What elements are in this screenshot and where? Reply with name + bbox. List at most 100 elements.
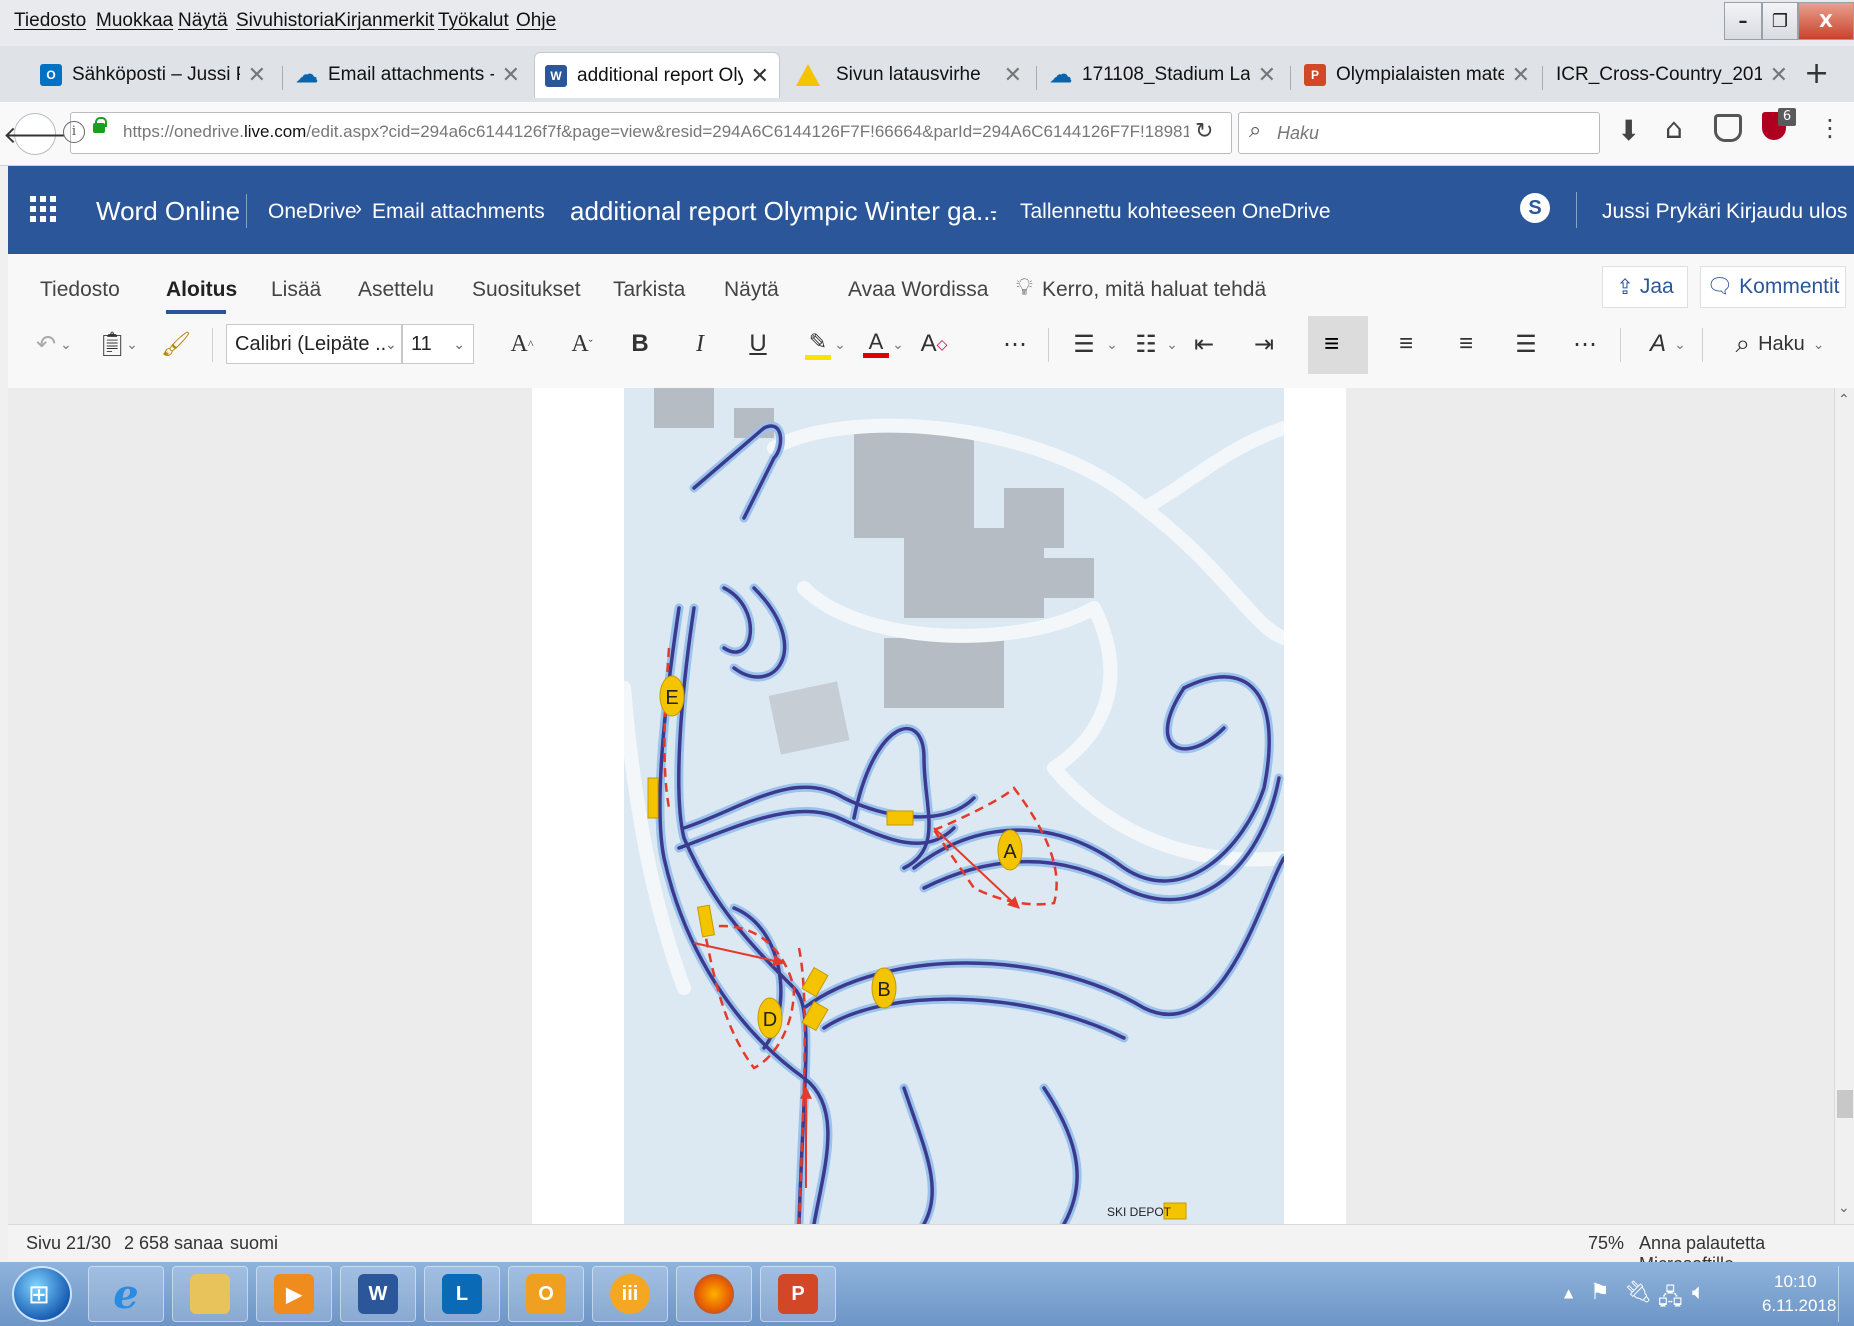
grow-font-icon[interactable]: A ^ [502,322,542,366]
power-icon[interactable]: 🔌︎ [1624,1280,1652,1305]
minimize-button[interactable]: – [1724,2,1762,40]
scrollbar-thumb[interactable] [1837,1090,1853,1118]
close-icon[interactable]: ✕ [1258,62,1276,88]
language[interactable]: suomi [230,1233,278,1254]
taskbar-media[interactable]: ▶ [256,1266,332,1322]
tab-icr-cross-country[interactable]: ICR_Cross-Country_2017_... ✕ [1546,52,1798,98]
chevron-down-icon[interactable]: ⌄ [124,322,140,366]
taskbar-outlook[interactable]: O [508,1266,584,1322]
tab-email[interactable]: O Sähköposti – Jussi Pry... ✕ [30,52,276,98]
taskbar-powerpoint[interactable]: P [760,1266,836,1322]
app-launcher-icon[interactable] [30,196,56,222]
new-tab-button[interactable]: + [1804,56,1829,91]
more-font-options-icon[interactable]: ⋯ [998,322,1032,366]
search-box[interactable]: ⌕ Haku [1238,112,1600,154]
bullets-icon[interactable]: ☰ [1064,322,1104,366]
tab-page-load-error[interactable]: Sivun latausvirhe ✕ [786,52,1032,98]
document-canvas[interactable]: A B D E SKI DEPOT [8,388,1842,1224]
tab-file[interactable]: Tiedosto [40,278,120,302]
home-icon[interactable]: ⌂ [1665,112,1683,145]
increase-indent-icon[interactable]: ⇥ [1244,322,1284,366]
scroll-down-icon[interactable]: ⌄ [1838,1200,1850,1216]
menu-bookmarks[interactable]: Kirjanmerkit [334,10,434,32]
chevron-down-icon[interactable]: ⌄ [890,322,906,366]
close-icon[interactable]: ✕ [1512,62,1530,88]
taskbar-word[interactable]: W [340,1266,416,1322]
clock-date[interactable]: 6.11.2018 [1762,1296,1836,1316]
info-icon[interactable]: i [63,121,85,143]
document-page[interactable]: A B D E SKI DEPOT [532,388,1346,1224]
tab-open-in-word[interactable]: Avaa Wordissa [848,278,988,302]
tab-olympic-materials[interactable]: P Olympialaisten mater... ✕ [1294,52,1540,98]
menu-history[interactable]: Sivuhistoria [236,10,334,32]
show-desktop-button[interactable] [1838,1266,1854,1322]
close-icon[interactable]: ✕ [502,62,520,88]
menu-tools[interactable]: Työkalut [438,10,509,32]
network-icon[interactable]: 🖧︎ [1658,1280,1683,1318]
menu-view[interactable]: Näytä [178,10,228,32]
menu-file[interactable]: Tiedosto [14,10,86,32]
restore-button[interactable]: ❐ [1762,2,1798,40]
clock-time[interactable]: 10:10 [1774,1272,1817,1292]
user-name[interactable]: Jussi Prykäri [1602,200,1721,224]
bold-icon[interactable]: B [620,322,660,366]
decrease-indent-icon[interactable]: ⇤ [1184,322,1224,366]
font-size-dropdown[interactable]: 11 ⌄ [402,324,474,364]
tab-view[interactable]: Näytä [724,278,779,302]
page-count[interactable]: Sivu 21/30 [26,1233,111,1254]
tab-stadium-layout[interactable]: ☁ 171108_Stadium Layo... ✕ [1040,52,1286,98]
comments-button[interactable]: 🗨︎ Kommentit [1700,266,1846,308]
back-button[interactable]: 🡐 [3,113,67,155]
align-right-icon[interactable]: ≡ [1446,322,1486,366]
tab-review[interactable]: Tarkista [613,278,685,302]
zoom-level[interactable]: 75% [1588,1233,1624,1254]
document-title[interactable]: additional report Olympic Winter ga... [570,196,998,227]
more-paragraph-options-icon[interactable]: ⋯ [1568,322,1602,366]
tell-me-box[interactable]: Kerro, mitä haluat tehdä [1042,278,1266,302]
reload-icon[interactable]: ↻ [1189,119,1214,144]
chevron-down-icon[interactable]: ⌄ [58,322,74,366]
breadcrumb-onedrive[interactable]: OneDrive [268,200,357,224]
share-button[interactable]: ⇪ Jaa [1602,266,1688,308]
close-window-button[interactable]: X [1798,2,1854,40]
url-bar[interactable]: i https://onedrive.live.com/edit.aspx?ci… [63,112,1232,154]
volume-icon[interactable]: 🔈︎ [1692,1280,1705,1305]
app-name[interactable]: Word Online [96,196,240,227]
chevron-down-icon[interactable]: ⌄ [1164,322,1180,366]
taskbar-explorer[interactable] [172,1266,248,1322]
show-hidden-icons[interactable]: ▲ [1564,1286,1573,1300]
chevron-down-icon[interactable]: ⌄ [832,322,848,366]
menu-edit[interactable]: Muokkaa [96,10,173,32]
clear-formatting-icon[interactable]: A ◇ [914,322,954,366]
breadcrumb-email-attachments[interactable]: Email attachments [372,200,545,224]
align-center-icon[interactable]: ≡ [1386,322,1426,366]
vertical-scrollbar[interactable]: ⌃ ⌄ [1834,388,1854,1224]
close-icon[interactable]: ✕ [248,62,266,88]
shrink-font-icon[interactable]: Aˇ [562,322,602,366]
taskbar-app[interactable]: iii [592,1266,668,1322]
numbering-icon[interactable]: ☷ [1126,322,1166,366]
overflow-menu-icon[interactable]: ⋮ [1818,114,1842,142]
chevron-down-icon[interactable]: ⌄ [1104,322,1120,366]
tab-references[interactable]: Suositukset [472,278,581,302]
sign-out-link[interactable]: Kirjaudu ulos [1726,200,1847,224]
underline-icon[interactable]: U [738,322,778,366]
pocket-icon[interactable] [1714,114,1742,142]
font-name-dropdown[interactable]: Calibri (Leipäte ... ⌄ [226,324,402,364]
find-button[interactable]: ⌕ Haku ⌄ [1720,322,1840,366]
taskbar-lync[interactable]: L [424,1266,500,1322]
tab-layout[interactable]: Asettelu [358,278,434,302]
start-button[interactable]: ⊞ [12,1266,72,1322]
skype-icon[interactable]: S [1520,193,1550,223]
download-icon[interactable]: ⬇ [1617,114,1640,147]
tab-insert[interactable]: Lisää [271,278,321,302]
italic-icon[interactable]: I [680,322,720,366]
tab-home[interactable]: Aloitus [166,278,237,302]
word-count[interactable]: 2 658 sanaa [124,1233,223,1254]
scroll-up-icon[interactable]: ⌃ [1838,392,1850,408]
tab-email-attachments[interactable]: ☁ Email attachments - ... ✕ [286,52,530,98]
menu-help[interactable]: Ohje [516,10,556,32]
format-painter-icon[interactable]: 🖌︎ [156,322,196,366]
justify-icon[interactable]: ☰ [1506,322,1546,366]
close-icon[interactable]: ✕ [1004,62,1022,88]
